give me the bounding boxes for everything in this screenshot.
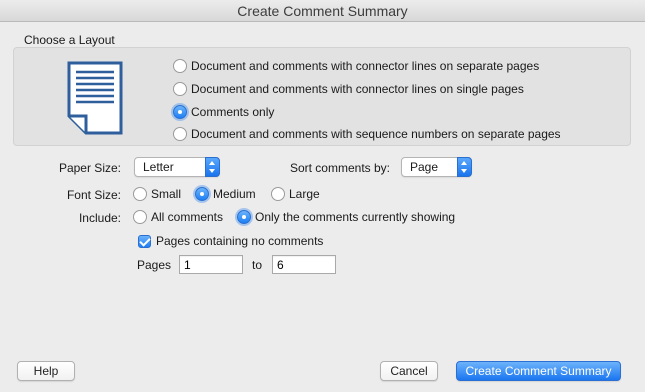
radio-button[interactable]	[173, 59, 187, 73]
pages-from-field[interactable]	[179, 255, 243, 274]
sort-value: Page	[410, 160, 439, 174]
layout-option-connector-separate[interactable]: Document and comments with connector lin…	[173, 59, 539, 73]
layout-group-label: Choose a Layout	[24, 33, 115, 47]
layout-option-label: Document and comments with connector lin…	[191, 82, 524, 96]
radio-button[interactable]	[173, 82, 187, 96]
font-size-option-label: Small	[151, 187, 182, 201]
font-size-option-label: Medium	[213, 187, 256, 201]
layout-group-box: Document and comments with connector lin…	[13, 47, 631, 146]
include-option-label: All comments	[151, 210, 224, 224]
include-showing-comments[interactable]: Only the comments currently showing	[237, 210, 455, 224]
layout-option-connector-single[interactable]: Document and comments with connector lin…	[173, 82, 524, 96]
chevron-updown-icon	[205, 157, 220, 177]
help-button[interactable]: Help	[17, 361, 75, 381]
radio-button[interactable]	[133, 210, 147, 224]
radio-button-selected[interactable]	[237, 210, 251, 224]
radio-button[interactable]	[173, 127, 187, 141]
chevron-updown-icon	[457, 157, 472, 177]
checkbox-checked[interactable]	[138, 234, 151, 248]
cancel-button[interactable]: Cancel	[380, 361, 438, 381]
create-comment-summary-button[interactable]: Create Comment Summary	[456, 361, 621, 381]
font-size-large[interactable]: Large	[271, 187, 320, 201]
include-label: Include:	[78, 211, 121, 225]
paper-size-value: Letter	[143, 160, 174, 174]
pages-label: Pages	[137, 258, 172, 272]
include-option-label: Only the comments currently showing	[255, 210, 456, 224]
sort-label: Sort comments by:	[289, 161, 390, 175]
font-size-option-label: Large	[289, 187, 320, 201]
radio-button-selected[interactable]	[173, 105, 187, 119]
font-size-medium[interactable]: Medium	[195, 187, 256, 201]
include-all-comments[interactable]: All comments	[133, 210, 223, 224]
no-comments-pages-label: Pages containing no comments	[156, 234, 324, 248]
pages-to-field[interactable]	[272, 255, 336, 274]
sort-select[interactable]: Page	[401, 157, 472, 177]
no-comments-pages-checkbox-row[interactable]: Pages containing no comments	[138, 234, 323, 248]
font-size-label: Font Size:	[66, 188, 121, 202]
radio-button[interactable]	[271, 187, 285, 201]
font-size-small[interactable]: Small	[133, 187, 181, 201]
layout-option-label: Document and comments with connector lin…	[191, 59, 540, 73]
layout-option-label: Comments only	[191, 105, 275, 119]
window-title: Create Comment Summary	[0, 0, 645, 22]
paper-size-label: Paper Size:	[58, 161, 121, 175]
layout-option-label: Document and comments with sequence numb…	[191, 127, 561, 141]
radio-button-selected[interactable]	[195, 187, 209, 201]
layout-option-sequence-numbers[interactable]: Document and comments with sequence numb…	[173, 127, 561, 141]
layout-option-comments-only[interactable]: Comments only	[173, 105, 274, 119]
radio-button[interactable]	[133, 187, 147, 201]
paper-size-select[interactable]: Letter	[134, 157, 220, 177]
document-icon	[67, 61, 123, 135]
dialog-body: Choose a Layout Document and comments wi…	[0, 22, 645, 392]
pages-to-label: to	[252, 258, 263, 272]
